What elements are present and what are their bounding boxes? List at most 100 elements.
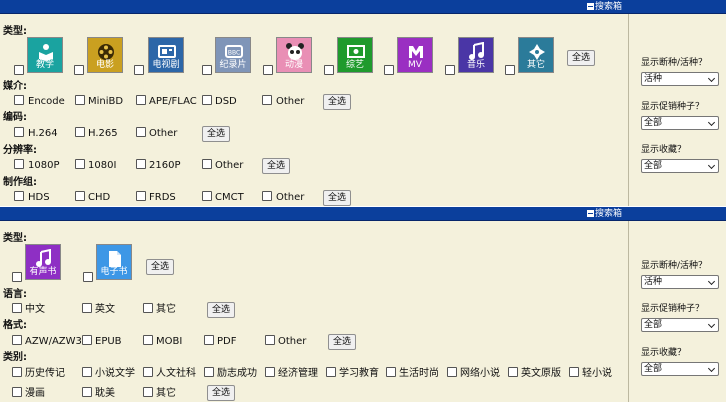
- type-tile-tv[interactable]: 电视剧: [148, 37, 184, 73]
- language-checkbox[interactable]: [143, 303, 153, 313]
- type-checkbox-documentary[interactable]: [202, 65, 212, 75]
- category-checkbox[interactable]: [12, 387, 22, 397]
- media-checkbox[interactable]: [75, 95, 85, 105]
- search-box-toggle-bottom[interactable]: 搜索箱: [586, 208, 622, 220]
- type-tile-mv[interactable]: MV: [397, 37, 433, 73]
- category-checkbox[interactable]: [204, 367, 214, 377]
- format-checkbox[interactable]: [82, 335, 92, 345]
- group-option: FRDS: [149, 192, 176, 203]
- bookmark-filter-select[interactable]: 全部: [641, 159, 719, 173]
- select-all-group-button[interactable]: 全选: [323, 190, 352, 206]
- codec-checkbox[interactable]: [75, 127, 85, 137]
- category-option: 轻小说: [582, 368, 612, 379]
- media-checkbox[interactable]: [262, 95, 272, 105]
- bookmark-filter-select[interactable]: 全部: [641, 362, 719, 376]
- select-all-media-button[interactable]: 全选: [323, 94, 352, 110]
- type-tile-variety[interactable]: 综艺: [337, 37, 373, 73]
- resolution-checkbox[interactable]: [14, 159, 24, 169]
- type-tile-anime[interactable]: 动漫: [276, 37, 312, 73]
- film-reel-icon: [98, 44, 114, 60]
- type-tile-movie[interactable]: 电影: [87, 37, 123, 73]
- select-all-resolution-button[interactable]: 全选: [262, 158, 291, 174]
- format-checkbox[interactable]: [265, 335, 275, 345]
- select-all-category-button[interactable]: 全选: [207, 385, 236, 401]
- group-checkbox[interactable]: [262, 191, 272, 201]
- type-checkbox-other[interactable]: [505, 65, 515, 75]
- media-checkbox[interactable]: [202, 95, 212, 105]
- select-all-codec-button[interactable]: 全选: [202, 126, 231, 142]
- promo-filter-label: 显示促销种子？: [641, 102, 705, 112]
- media-checkbox[interactable]: [14, 95, 24, 105]
- resolution-checkbox[interactable]: [202, 159, 212, 169]
- category-checkbox[interactable]: [386, 367, 396, 377]
- group-checkbox[interactable]: [136, 191, 146, 201]
- book-tile-audiobook[interactable]: 有声书: [25, 244, 61, 280]
- search-box-toggle-top[interactable]: 搜索箱: [586, 1, 622, 13]
- alive-filter-select[interactable]: 活种: [641, 72, 719, 86]
- resolution-checkbox[interactable]: [75, 159, 85, 169]
- select-all-type-button[interactable]: 全选: [567, 50, 596, 66]
- promo-filter-select[interactable]: 全部: [641, 318, 719, 332]
- promo-filter-select[interactable]: 全部: [641, 116, 719, 130]
- alive-filter-label: 显示断种/活种？: [641, 261, 708, 271]
- group-option: CMCT: [215, 192, 244, 203]
- codec-checkbox[interactable]: [14, 127, 24, 137]
- type-tile-documentary[interactable]: BBC 纪录片: [215, 37, 251, 73]
- group-checkbox[interactable]: [202, 191, 212, 201]
- chevron-down-icon: [707, 320, 716, 329]
- category-checkbox[interactable]: [143, 367, 153, 377]
- category-checkbox[interactable]: [326, 367, 336, 377]
- group-checkbox[interactable]: [14, 191, 24, 201]
- type-tile-education[interactable]: 教学: [27, 37, 63, 73]
- group-option: HDS: [28, 192, 50, 203]
- chevron-down-icon: [707, 364, 716, 373]
- category-option: 英文原版: [521, 368, 561, 379]
- select-all-language-button[interactable]: 全选: [207, 302, 236, 318]
- category-checkbox[interactable]: [447, 367, 457, 377]
- svg-text:BBC: BBC: [228, 50, 240, 57]
- document-icon: [109, 251, 121, 267]
- select-all-book-type-button[interactable]: 全选: [146, 259, 175, 275]
- book-tile-ebook[interactable]: 电子书: [96, 244, 132, 280]
- alive-filter-select[interactable]: 活种: [641, 275, 719, 289]
- language-checkbox[interactable]: [82, 303, 92, 313]
- format-checkbox[interactable]: [204, 335, 214, 345]
- book-type-checkbox-ebook[interactable]: [83, 272, 93, 282]
- display-options: 显示断种/活种？ 活种 显示促销种子？ 全部 显示收藏？ 全部: [628, 221, 726, 402]
- media-checkbox[interactable]: [136, 95, 146, 105]
- group-checkbox[interactable]: [75, 191, 85, 201]
- category-checkbox[interactable]: [265, 367, 275, 377]
- mtv-icon: [409, 46, 423, 58]
- format-checkbox[interactable]: [143, 335, 153, 345]
- codec-checkbox[interactable]: [136, 127, 146, 137]
- category-checkbox[interactable]: [12, 367, 22, 377]
- category-checkbox[interactable]: [82, 387, 92, 397]
- book-type-checkbox-audiobook[interactable]: [12, 272, 22, 282]
- type-checkbox-music[interactable]: [445, 65, 455, 75]
- chevron-down-icon: [707, 161, 716, 170]
- type-tile-music[interactable]: 音乐: [458, 37, 494, 73]
- type-checkbox-anime[interactable]: [263, 65, 273, 75]
- type-checkbox-mv[interactable]: [384, 65, 394, 75]
- category-checkbox[interactable]: [569, 367, 579, 377]
- select-all-format-button[interactable]: 全选: [328, 334, 357, 350]
- codec-option: Other: [149, 128, 178, 139]
- category-option: 耽美: [95, 388, 115, 399]
- format-checkbox[interactable]: [12, 335, 22, 345]
- category-option: 励志成功: [217, 368, 257, 379]
- type-tile-other[interactable]: 其它: [518, 37, 554, 73]
- collapse-icon: [586, 3, 594, 10]
- type-checkbox-movie[interactable]: [74, 65, 84, 75]
- type-tile-label: 电影: [95, 60, 114, 70]
- category-checkbox[interactable]: [508, 367, 518, 377]
- type-checkbox-education[interactable]: [14, 65, 24, 75]
- category-checkbox[interactable]: [82, 367, 92, 377]
- book-reader-icon: [39, 44, 53, 61]
- type-checkbox-variety[interactable]: [324, 65, 334, 75]
- resolution-checkbox[interactable]: [136, 159, 146, 169]
- type-checkbox-tv[interactable]: [134, 65, 144, 75]
- search-panel-books: 类型: 有声书 电子书 全选 语言: 中文 英文 其它 全选 格式: AZW/A…: [0, 221, 726, 402]
- category-checkbox[interactable]: [143, 387, 153, 397]
- media-option: Encode: [28, 96, 65, 107]
- language-checkbox[interactable]: [12, 303, 22, 313]
